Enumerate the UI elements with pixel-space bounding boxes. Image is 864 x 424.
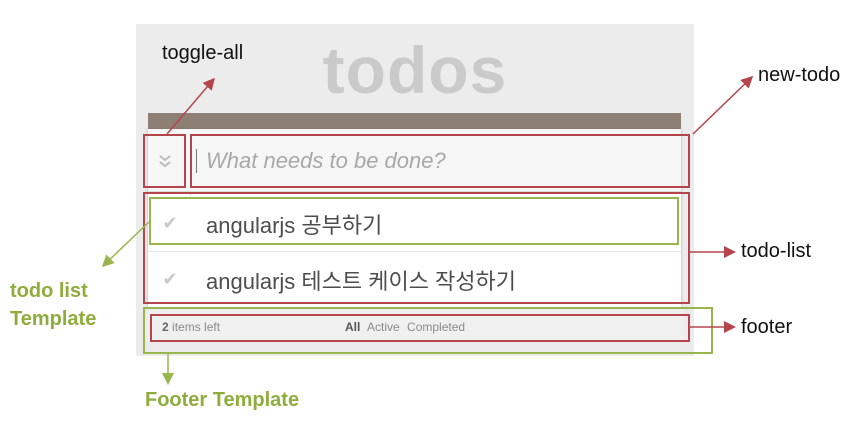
label-toggle-all: toggle-all — [162, 42, 244, 64]
label-todo-list-template-line1: todo list — [10, 280, 88, 302]
label-new-todo: new-todo — [758, 64, 841, 86]
label-footer-template: Footer Template — [145, 389, 300, 411]
arrow-new-todo — [692, 75, 754, 135]
label-todo-list-template-line2: Template — [10, 308, 97, 330]
annotation-arrows — [101, 75, 754, 385]
label-todo-list: todo-list — [741, 240, 812, 262]
label-footer: footer — [741, 316, 793, 338]
arrow-toggle-all — [166, 77, 215, 135]
arrow-todo-list-template — [101, 221, 150, 268]
